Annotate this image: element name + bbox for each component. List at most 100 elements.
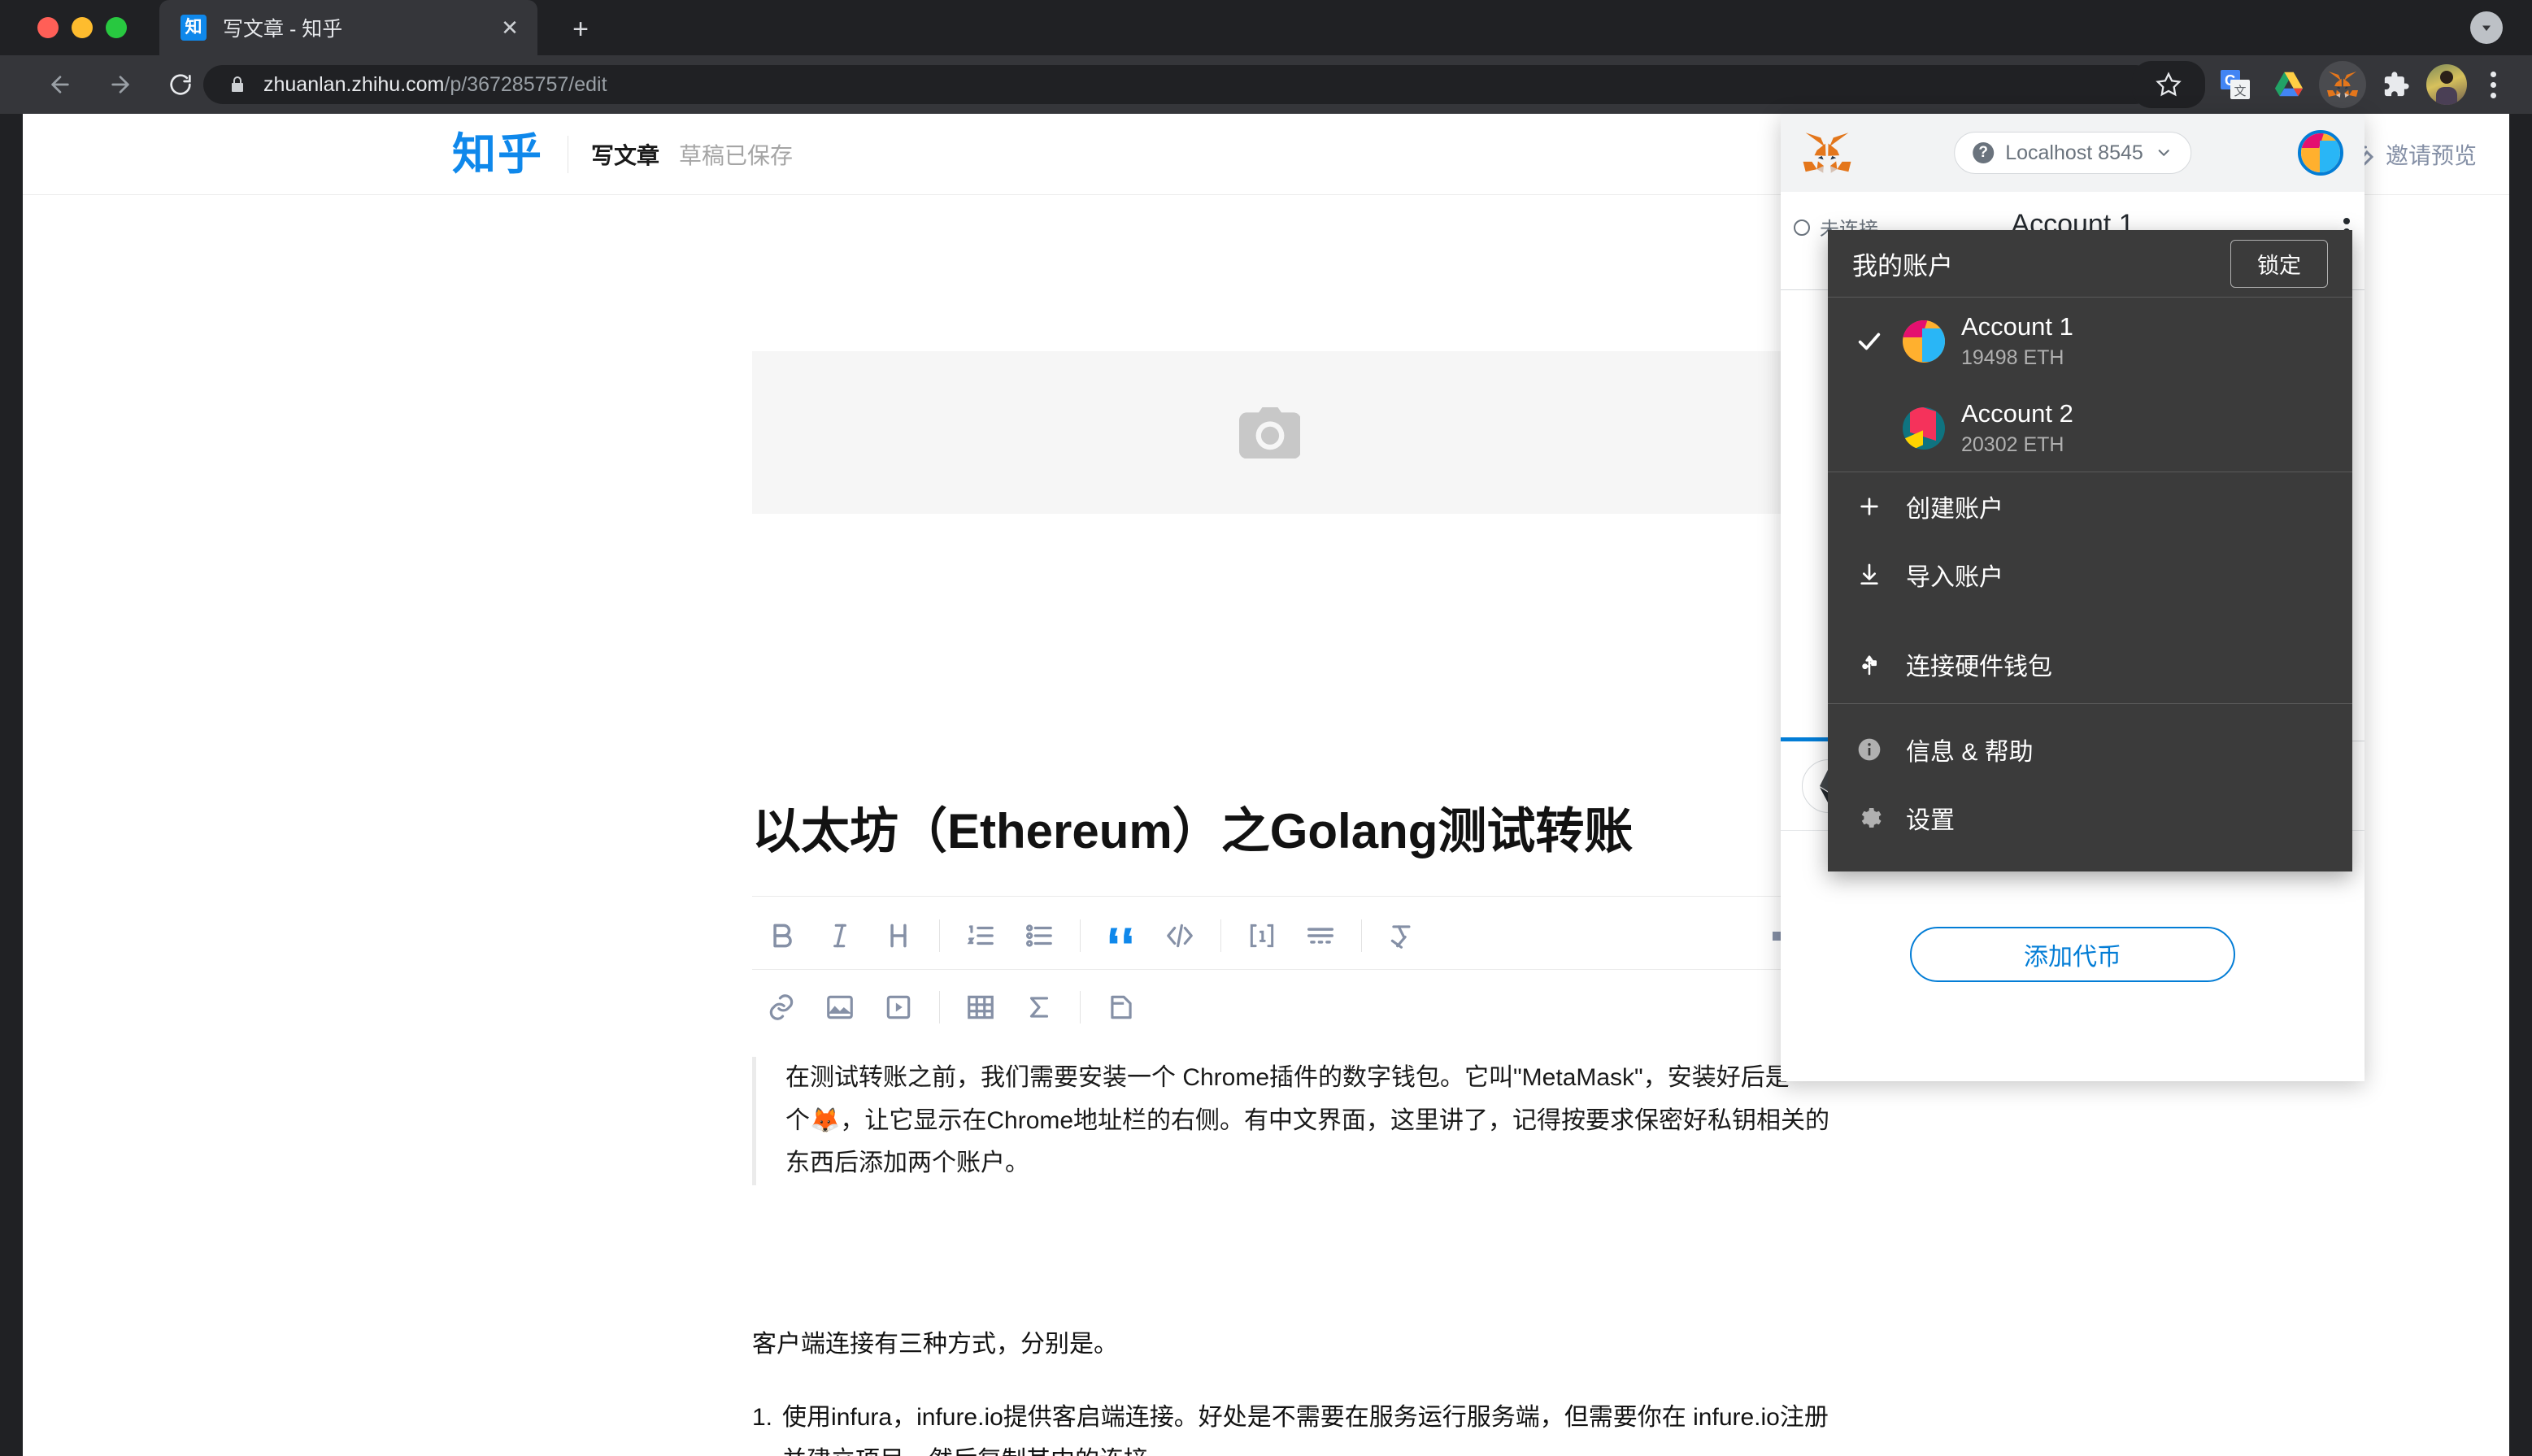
toolbar-separator bbox=[939, 919, 940, 952]
account-dropdown-menu: 我的账户 锁定 Account 1 19498 ETH Account 2 20… bbox=[1828, 230, 2352, 871]
tab-favicon-zhihu: 知 bbox=[181, 15, 207, 41]
article-list-item-1[interactable]: 1. 使用infura，infure.io提供客启端连接。好处是不需要在服务运行… bbox=[752, 1397, 1834, 1456]
profile-avatar[interactable] bbox=[2426, 64, 2467, 105]
network-selector[interactable]: ? Localhost 8545 bbox=[1954, 132, 2191, 174]
file-button[interactable] bbox=[1092, 981, 1151, 1033]
address-bar-url: zhuanlan.zhihu.com/p/367285757/edit bbox=[263, 73, 607, 97]
divider-button[interactable] bbox=[1291, 910, 1350, 962]
minimize-window-button[interactable] bbox=[72, 17, 93, 38]
table-button[interactable] bbox=[951, 981, 1010, 1033]
metamask-extension-popup: ? Localhost 8545 Account 1 0x6927...f1A4… bbox=[1781, 114, 2365, 1081]
ordered-list-button[interactable] bbox=[951, 910, 1010, 962]
blockquote-button[interactable] bbox=[1092, 910, 1151, 962]
heading-button[interactable] bbox=[869, 910, 928, 962]
menu-item-label: 信息 & 帮助 bbox=[1906, 739, 2034, 766]
bold-button[interactable] bbox=[752, 910, 811, 962]
unordered-list-button[interactable] bbox=[1010, 910, 1068, 962]
url-host: zhuanlan.zhihu.com bbox=[263, 72, 445, 96]
footnote-button[interactable] bbox=[1233, 910, 1291, 962]
editor-toolbar-row-1 bbox=[752, 902, 1825, 969]
menu-account-name: Account 2 bbox=[1961, 399, 2073, 428]
google-drive-icon[interactable] bbox=[2265, 61, 2312, 108]
menu-item-connect-hardware-wallet[interactable]: 连接硬件钱包 bbox=[1828, 630, 2352, 698]
star-icon[interactable] bbox=[2132, 61, 2205, 108]
italic-button[interactable] bbox=[811, 910, 869, 962]
account-identicon bbox=[1903, 406, 1945, 450]
article-blockquote[interactable]: 在测试转账之前，我们需要安装一个 Chrome插件的数字钱包。它叫"MetaMa… bbox=[752, 1057, 1834, 1185]
tab-title: 写文章 - 知乎 bbox=[223, 18, 343, 41]
svg-text:文: 文 bbox=[2234, 85, 2246, 98]
account-identicon bbox=[1903, 319, 1945, 363]
menu-account-balance: 20302 ETH bbox=[1961, 433, 2064, 456]
usb-icon bbox=[1852, 651, 1886, 677]
menu-item-settings[interactable]: 设置 bbox=[1828, 784, 2352, 852]
browser-toolbar: zhuanlan.zhihu.com/p/367285757/edit G 文 bbox=[0, 55, 2532, 114]
google-translate-icon[interactable]: G 文 bbox=[2212, 61, 2259, 108]
zhihu-logo[interactable]: 知乎 bbox=[452, 133, 543, 176]
menu-account-name: Account 1 bbox=[1961, 312, 2073, 341]
connection-status-dot bbox=[1794, 219, 1810, 236]
back-button[interactable] bbox=[37, 62, 83, 107]
metamask-icon[interactable] bbox=[2319, 61, 2366, 108]
account-menu-button[interactable] bbox=[2298, 130, 2343, 176]
menu-item-label: 设置 bbox=[1906, 807, 1955, 834]
zhihu-header-actions: 邀请预览 bbox=[2345, 114, 2509, 195]
new-tab-button[interactable]: + bbox=[561, 10, 600, 49]
code-button[interactable] bbox=[1151, 910, 1209, 962]
menu-account-item-2[interactable]: Account 2 20302 ETH bbox=[1828, 385, 2352, 472]
image-button[interactable] bbox=[811, 981, 869, 1033]
menu-item-info-help[interactable]: 信息 & 帮助 bbox=[1828, 715, 2352, 784]
check-icon bbox=[1852, 328, 1886, 355]
editor-toolbar-row-2 bbox=[752, 974, 1825, 1041]
close-window-button[interactable] bbox=[37, 17, 59, 38]
forward-button[interactable] bbox=[98, 62, 143, 107]
formula-button[interactable] bbox=[1010, 981, 1068, 1033]
menu-item-import-account[interactable]: 导入账户 bbox=[1828, 541, 2352, 609]
article-title[interactable]: 以太坊（Ethereum）之Golang测试转账 bbox=[752, 801, 1890, 862]
chevron-down-icon[interactable] bbox=[2470, 11, 2503, 44]
chevron-down-icon bbox=[2155, 144, 2173, 162]
url-path: /p/367285757/edit bbox=[444, 72, 607, 96]
toolbar-separator bbox=[939, 991, 940, 1024]
invite-preview-button[interactable]: 邀请预览 bbox=[2345, 138, 2477, 171]
metamask-topbar: ? Localhost 8545 bbox=[1781, 114, 2365, 192]
menu-item-label: 创建账户 bbox=[1906, 496, 2003, 523]
metamask-app: ? Localhost 8545 Account 1 0x6927...f1A4… bbox=[1781, 114, 2365, 1081]
video-button[interactable] bbox=[869, 981, 928, 1033]
clear-format-button[interactable] bbox=[1373, 910, 1432, 962]
metamask-fox-logo bbox=[1802, 129, 1852, 176]
menu-divider bbox=[1828, 703, 2352, 704]
list-item-1-text: 使用infura，infure.io提供客启端连接。好处是不需要在服务运行服务端… bbox=[782, 1404, 1829, 1456]
link-button[interactable] bbox=[752, 981, 811, 1033]
toolbar-separator bbox=[1220, 919, 1221, 952]
menu-header: 我的账户 锁定 bbox=[1828, 230, 2352, 297]
tab-close-icon[interactable]: ✕ bbox=[492, 10, 528, 46]
toolbar-separator bbox=[1080, 919, 1081, 952]
chrome-menu-icon[interactable] bbox=[2473, 61, 2512, 108]
article-paragraph-methods[interactable]: 客户端连接有三种方式，分别是。 bbox=[752, 1323, 1834, 1365]
address-bar[interactable]: zhuanlan.zhihu.com/p/367285757/edit bbox=[203, 65, 2155, 104]
network-name: Localhost 8545 bbox=[2005, 141, 2143, 164]
menu-account-item-1[interactable]: Account 1 19498 ETH bbox=[1828, 298, 2352, 385]
maximize-window-button[interactable] bbox=[106, 17, 127, 38]
download-icon bbox=[1852, 562, 1886, 588]
browser-tab[interactable]: 知 写文章 - 知乎 ✕ bbox=[159, 0, 537, 55]
add-token-button[interactable]: 添加代币 bbox=[1910, 927, 2235, 982]
account-identicon bbox=[2301, 133, 2340, 172]
menu-item-label: 导入账户 bbox=[1906, 564, 2003, 591]
toolbar-separator bbox=[1361, 919, 1362, 952]
cover-image-placeholder[interactable] bbox=[752, 351, 1787, 514]
menu-bottom-padding bbox=[1828, 852, 2352, 871]
unknown-network-icon: ? bbox=[1973, 142, 1995, 163]
tab-strip: 知 写文章 - 知乎 ✕ + bbox=[0, 0, 2532, 55]
toolbar-separator bbox=[1080, 991, 1081, 1024]
reload-button[interactable] bbox=[158, 62, 203, 107]
menu-item-create-account[interactable]: 创建账户 bbox=[1828, 472, 2352, 541]
nav-write-article[interactable]: 写文章 bbox=[591, 138, 659, 171]
chrome-browser-window: 知 写文章 - 知乎 ✕ + zhuanlan.zhihu.com/p/3672… bbox=[0, 0, 2532, 1456]
lock-button[interactable]: 锁定 bbox=[2230, 239, 2328, 288]
gear-icon bbox=[1852, 805, 1886, 831]
info-icon bbox=[1852, 737, 1886, 763]
menu-account-balance: 19498 ETH bbox=[1961, 346, 2064, 369]
extensions-puzzle-icon[interactable] bbox=[2373, 61, 2420, 108]
